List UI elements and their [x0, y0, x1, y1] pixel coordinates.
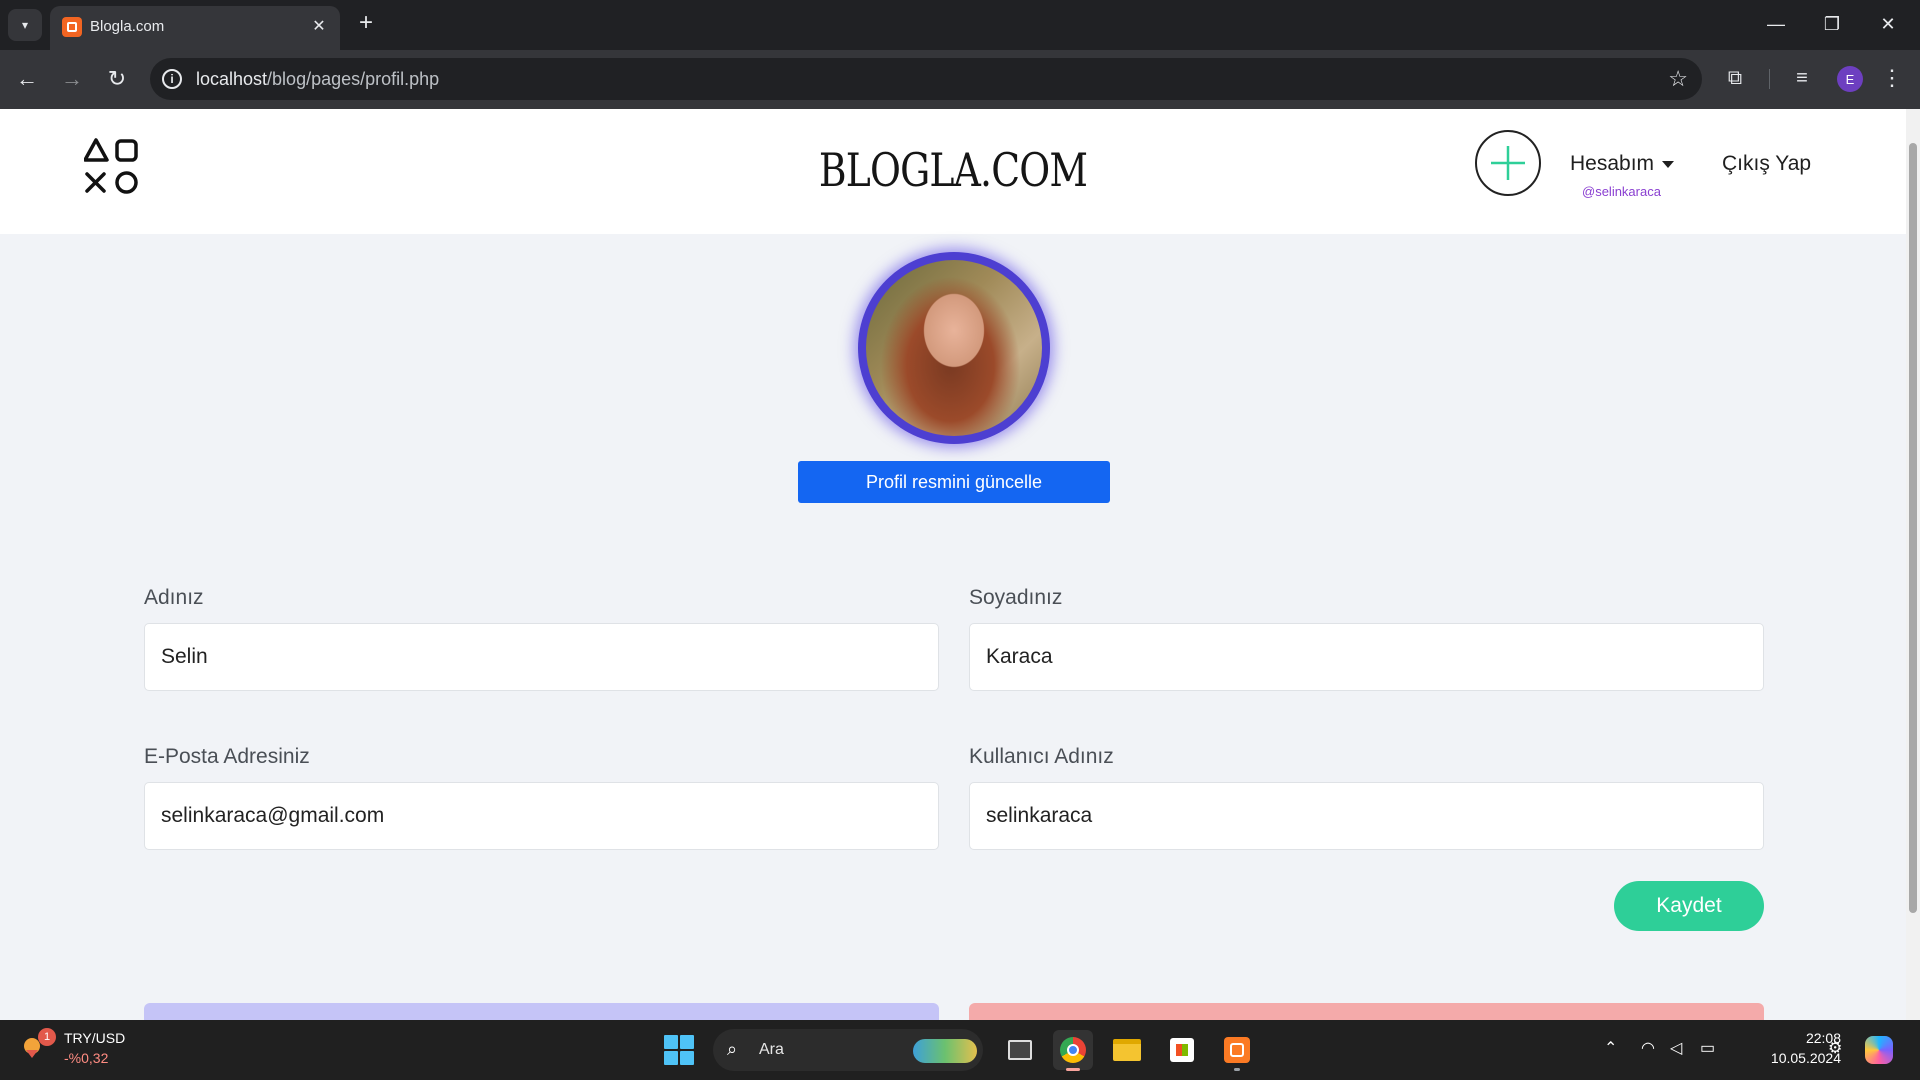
taskbar-search[interactable]: ⌕ Ara: [713, 1029, 983, 1071]
red-card-top: [969, 1003, 1764, 1020]
browser-menu-kebab-icon[interactable]: ⋮: [1876, 62, 1908, 94]
windows-start-icon[interactable]: [664, 1035, 694, 1065]
extensions-puzzle-icon[interactable]: ⧉: [1719, 62, 1751, 94]
clock-date[interactable]: 10.05.2024: [1743, 1050, 1841, 1066]
reload-icon[interactable]: ↻: [100, 62, 134, 96]
window-minimize-icon[interactable]: —: [1754, 8, 1798, 40]
xampp-taskbar-app[interactable]: [1217, 1030, 1257, 1071]
first-name-label: Adınız: [144, 586, 204, 609]
profile-avatar: [858, 252, 1050, 444]
store-icon: [1170, 1038, 1194, 1062]
new-tab-plus-icon[interactable]: +: [352, 10, 380, 38]
account-menu-label: Hesabım: [1570, 152, 1655, 175]
window-restore-icon[interactable]: ❐: [1810, 8, 1854, 40]
chrome-taskbar-app[interactable]: [1053, 1030, 1093, 1071]
update-profile-photo-button[interactable]: Profil resmini güncelle: [798, 461, 1110, 503]
username-tag: @selinkaraca: [1582, 184, 1661, 199]
email-label: E-Posta Adresiniz: [144, 745, 310, 768]
widget-notification-badge: 1: [38, 1028, 56, 1046]
wifi-icon[interactable]: ◠: [1641, 1038, 1655, 1058]
profile-photo: [866, 260, 1042, 436]
url-path: /blog/pages/profil.php: [267, 69, 440, 89]
search-placeholder: Ara: [759, 1041, 784, 1058]
address-bar[interactable]: i localhost/blog/pages/profil.php ☆: [150, 58, 1702, 100]
search-icon: ⌕: [727, 1039, 738, 1059]
browser-tab[interactable]: Blogla.com ✕: [50, 6, 340, 50]
notification-bell-icon[interactable]: ⚙: [1828, 1038, 1842, 1058]
task-view-icon: [1008, 1040, 1032, 1060]
xampp-icon: [1224, 1037, 1250, 1063]
running-app-indicator: [1234, 1068, 1240, 1071]
file-explorer-taskbar-app[interactable]: [1107, 1030, 1147, 1070]
store-taskbar-app[interactable]: [1162, 1030, 1202, 1070]
active-app-indicator: [1066, 1068, 1080, 1071]
email-field[interactable]: [144, 782, 939, 850]
page-scrollbar[interactable]: [1906, 109, 1920, 1020]
chrome-icon: [1060, 1037, 1086, 1063]
last-name-label: Soyadınız: [969, 586, 1063, 609]
site-info-icon[interactable]: i: [162, 69, 182, 89]
add-post-button[interactable]: [1475, 130, 1541, 196]
site-header: BLOGLA.COM Hesabım @selinkaraca Çıkış Ya…: [0, 109, 1906, 234]
caret-down-icon: [1662, 160, 1675, 168]
page-viewport: BLOGLA.COM Hesabım @selinkaraca Çıkış Ya…: [0, 109, 1920, 1020]
ticker-name[interactable]: TRY/USD: [64, 1030, 125, 1046]
username-field[interactable]: [969, 782, 1764, 850]
browser-tab-bar: ▾ Blogla.com ✕ + — ❐ ✕: [0, 0, 1920, 50]
bookmark-star-icon[interactable]: ☆: [1668, 66, 1688, 92]
logout-link[interactable]: Çıkış Yap: [1722, 152, 1811, 176]
ticker-change: -%0,32: [64, 1050, 109, 1066]
search-highlight-art: [913, 1039, 977, 1063]
xampp-favicon-icon: [62, 17, 82, 37]
account-dropdown[interactable]: Hesabım: [1570, 152, 1675, 176]
browser-profile-avatar[interactable]: E: [1837, 66, 1863, 92]
media-control-icon[interactable]: ≡: [1786, 62, 1818, 94]
toolbar-divider: [1769, 69, 1770, 89]
browser-toolbar: ← → ↻ i localhost/blog/pages/profil.php …: [0, 50, 1920, 109]
tab-list-chevron-icon[interactable]: ▾: [8, 9, 42, 41]
task-view-button[interactable]: [1000, 1030, 1040, 1070]
tab-close-icon[interactable]: ✕: [308, 15, 330, 37]
scrollbar-thumb[interactable]: [1909, 143, 1917, 913]
volume-icon[interactable]: ◁: [1670, 1038, 1682, 1058]
url-text[interactable]: localhost/blog/pages/profil.php: [196, 69, 439, 90]
tab-title: Blogla.com: [90, 18, 165, 35]
plus-icon: [1491, 146, 1525, 180]
purple-card-top: [144, 1003, 939, 1020]
folder-icon: [1113, 1039, 1141, 1061]
tray-overflow-chevron-icon[interactable]: ⌃: [1604, 1038, 1617, 1058]
shapes-logo-icon[interactable]: [84, 138, 140, 196]
forward-arrow-icon[interactable]: →: [55, 62, 89, 96]
window-close-icon[interactable]: ✕: [1866, 8, 1910, 40]
last-name-field[interactable]: [969, 623, 1764, 691]
windows-taskbar: 1 TRY/USD -%0,32 ⌕ Ara ⌃ ◠ ◁ ▭ 22:08 10.…: [0, 1020, 1920, 1080]
username-label: Kullanıcı Adınız: [969, 745, 1114, 768]
first-name-field[interactable]: [144, 623, 939, 691]
copilot-icon[interactable]: [1865, 1036, 1893, 1064]
save-button[interactable]: Kaydet: [1614, 881, 1764, 931]
url-host: localhost: [196, 69, 268, 89]
battery-icon[interactable]: ▭: [1700, 1038, 1715, 1058]
back-arrow-icon[interactable]: ←: [10, 62, 44, 96]
